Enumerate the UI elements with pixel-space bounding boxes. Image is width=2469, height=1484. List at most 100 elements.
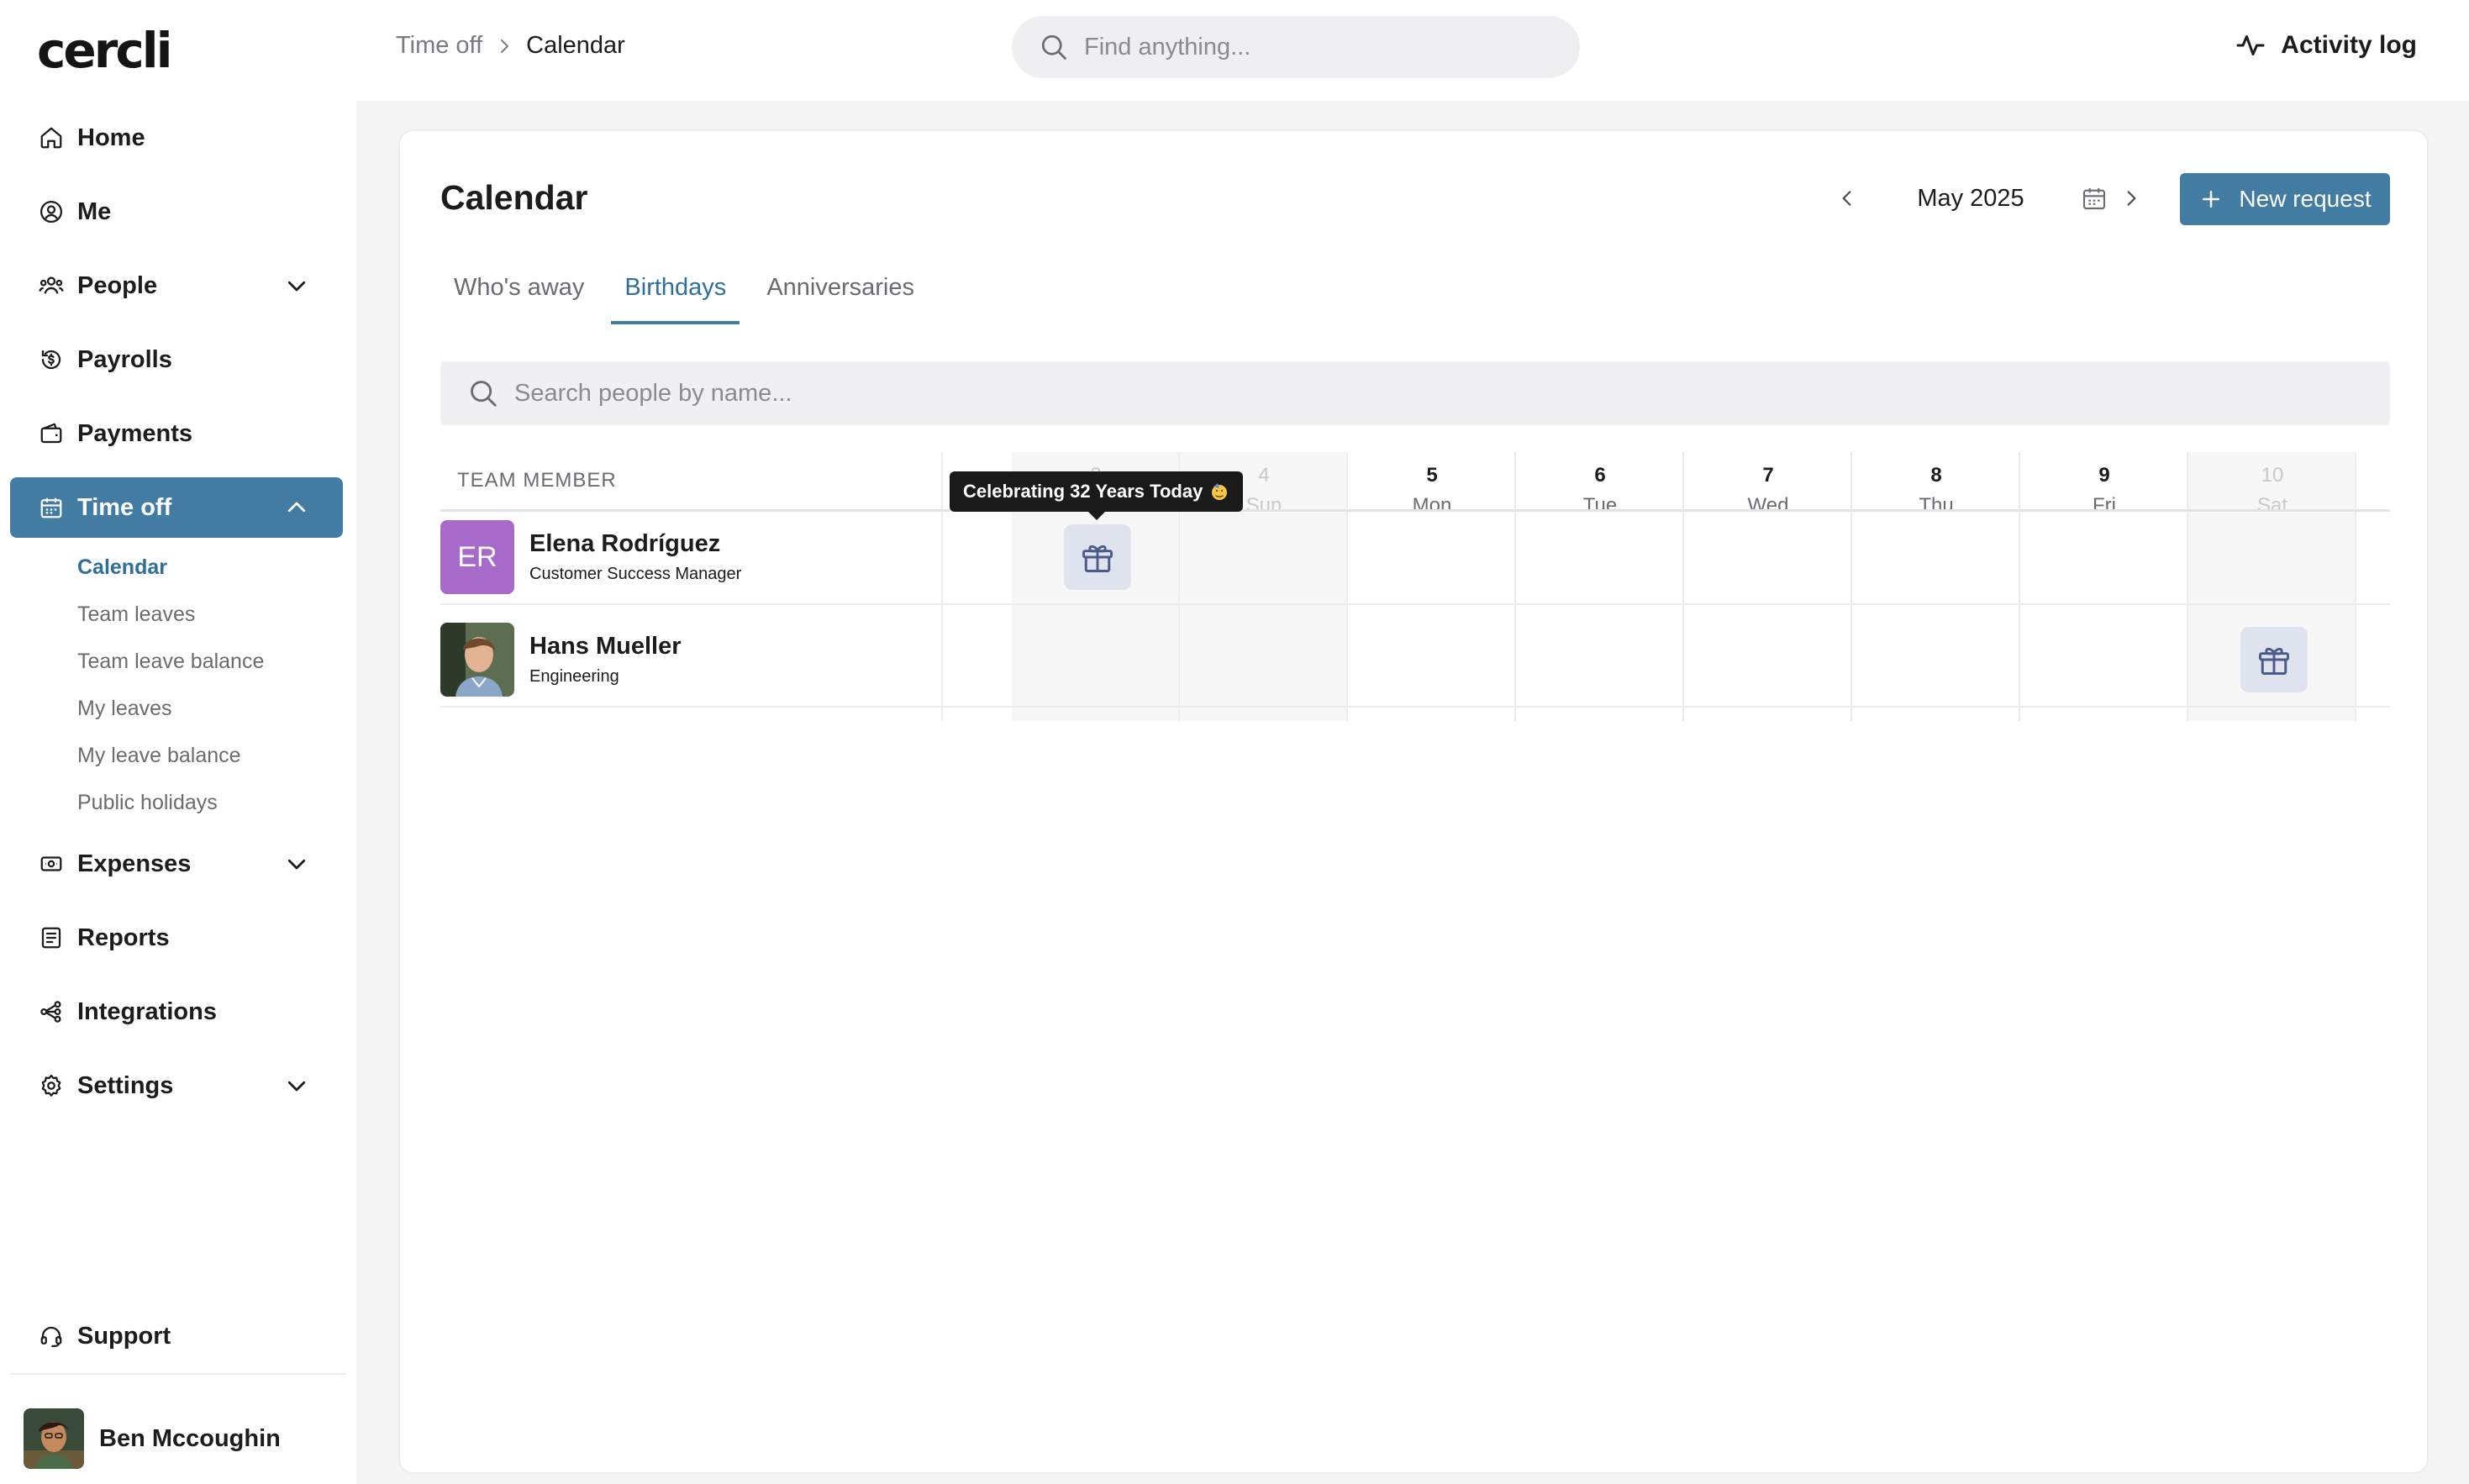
sidebar-item-integrations[interactable]: Integrations	[10, 981, 343, 1042]
sidebar-item-reports[interactable]: Reports	[10, 908, 343, 968]
day-column: 9 Fri	[2020, 452, 2188, 721]
sidebar-item-label: Expenses	[77, 850, 192, 877]
payroll-icon	[37, 345, 66, 374]
prev-month-button[interactable]	[1829, 180, 1866, 217]
tab-whos-away[interactable]: Who's away	[440, 266, 598, 324]
subnav-my-leaves[interactable]: My leaves	[77, 697, 172, 721]
user-name: Ben Mccoughin	[99, 1424, 281, 1452]
sidebar-item-me[interactable]: Me	[10, 182, 343, 242]
member-role: Engineering	[529, 667, 619, 686]
sidebar-item-label: Integrations	[77, 997, 217, 1025]
avatar	[24, 1408, 84, 1469]
avatar: ER	[440, 520, 514, 594]
day-number: 5	[1426, 464, 1438, 487]
team-member-header: TEAM MEMBER	[457, 469, 617, 492]
chevron-down-icon[interactable]	[284, 273, 309, 298]
tooltip-arrow	[1088, 512, 1105, 520]
sidebar-item-expenses[interactable]: Expenses	[10, 834, 343, 894]
breadcrumb-time-off[interactable]: Time off	[396, 32, 482, 60]
home-icon	[37, 124, 66, 152]
member-name: Elena Rodríguez	[529, 530, 721, 557]
sidebar-divider	[10, 1373, 346, 1375]
support-label: Support	[77, 1322, 171, 1350]
sidebar-item-label: Payments	[77, 419, 193, 447]
plus-icon	[2198, 187, 2224, 212]
chevron-down-icon[interactable]	[284, 851, 309, 876]
report-icon	[37, 924, 66, 952]
header-divider	[440, 509, 2390, 512]
day-name: Tue	[1582, 494, 1618, 517]
day-name: Thu	[1919, 494, 1954, 517]
cercli-logo[interactable]: cercli	[37, 22, 172, 79]
sidebar-item-label: People	[77, 271, 158, 299]
chevron-down-icon[interactable]	[284, 1073, 309, 1098]
subnav-public-holidays[interactable]: Public holidays	[77, 791, 218, 815]
table-row[interactable]: ER Elena Rodríguez Customer Success Mana…	[440, 519, 741, 595]
sidebar-item-payments[interactable]: Payments	[10, 403, 343, 464]
wallet-icon	[37, 419, 66, 448]
day-column: 6 Tue	[1516, 452, 1684, 721]
day-number: 6	[1594, 464, 1606, 487]
sidebar-item-label: Payrolls	[77, 345, 172, 373]
chevron-up-icon[interactable]	[284, 495, 309, 520]
user-circle-icon	[37, 197, 66, 226]
avatar	[440, 623, 514, 697]
subnav-team-leaves[interactable]: Team leaves	[77, 603, 195, 627]
subnav-calendar[interactable]: Calendar	[77, 555, 167, 580]
global-search[interactable]	[1012, 16, 1580, 78]
subnav-team-leave-balance[interactable]: Team leave balance	[77, 650, 264, 674]
next-month-button[interactable]	[2113, 180, 2150, 217]
breadcrumb-current: Calendar	[526, 32, 625, 59]
birthday-marker[interactable]	[2240, 627, 2308, 692]
day-column: 8 Thu	[1852, 452, 2020, 721]
new-request-button[interactable]: New request	[2180, 173, 2390, 225]
activity-icon	[2235, 30, 2266, 61]
new-request-label: New request	[2239, 186, 2372, 212]
table-row[interactable]: Hans Mueller Engineering	[440, 622, 682, 697]
calendar-picker-icon[interactable]	[2076, 180, 2113, 217]
calendar-tabs: Who's away Birthdays Anniversaries	[440, 266, 941, 324]
receipt-icon	[37, 850, 66, 878]
subnav-my-leave-balance[interactable]: My leave balance	[77, 744, 241, 768]
people-search[interactable]	[440, 361, 2390, 425]
sidebar-item-payrolls[interactable]: Payrolls	[10, 329, 343, 390]
sidebar-item-people[interactable]: People	[10, 255, 343, 316]
headset-icon	[37, 1322, 66, 1350]
tab-anniversaries[interactable]: Anniversaries	[753, 266, 928, 324]
day-name: Fri	[2093, 494, 2116, 517]
search-icon	[1039, 32, 1069, 62]
global-search-input[interactable]	[1084, 33, 1555, 61]
people-search-input[interactable]	[514, 379, 985, 408]
day-name: Mon	[1412, 494, 1452, 517]
sidebar-item-support[interactable]: Support	[10, 1306, 343, 1366]
sidebar-item-label: Time off	[77, 493, 172, 521]
sidebar-item-settings[interactable]: Settings	[10, 1055, 343, 1116]
chevron-right-icon	[494, 36, 514, 56]
day-number: 9	[2098, 464, 2110, 487]
day-name: Sat	[2256, 494, 2288, 517]
calendar-icon	[37, 493, 66, 522]
sidebar-item-home[interactable]: Home	[10, 108, 343, 168]
column-divider	[941, 452, 943, 721]
sidebar-item-label: Home	[77, 124, 145, 151]
calendar-grid: TEAM MEMBER 3 Sat 4 Sun 5 Mon 6 Tue 7 We…	[440, 452, 2390, 721]
day-number: 10	[2261, 464, 2284, 487]
row-divider	[440, 603, 2390, 605]
birthday-tooltip: Celebrating 32 Years Today	[950, 471, 1244, 520]
page-title: Calendar	[440, 178, 588, 217]
calendar-card: Calendar May 2025 New request Who's away…	[398, 129, 2429, 1474]
tab-birthdays[interactable]: Birthdays	[611, 266, 740, 324]
sidebar-item-time-off[interactable]: Time off	[10, 477, 343, 538]
people-icon	[37, 271, 66, 300]
tooltip-text: Celebrating 32 Years Today	[963, 481, 1203, 502]
sidebar-item-label: Me	[77, 197, 112, 225]
activity-log-button[interactable]: Activity log	[2235, 30, 2417, 61]
sidebar: cercli Home Me People Payrolls Payments	[0, 0, 356, 1484]
birthday-marker[interactable]	[1064, 524, 1131, 590]
day-name: Wed	[1747, 494, 1789, 517]
day-column: 7 Wed	[1684, 452, 1852, 721]
current-user[interactable]: Ben Mccoughin	[24, 1408, 281, 1469]
day-number: 8	[1930, 464, 1942, 487]
day-column: 5 Mon	[1348, 452, 1516, 721]
party-face-icon	[1209, 482, 1229, 502]
